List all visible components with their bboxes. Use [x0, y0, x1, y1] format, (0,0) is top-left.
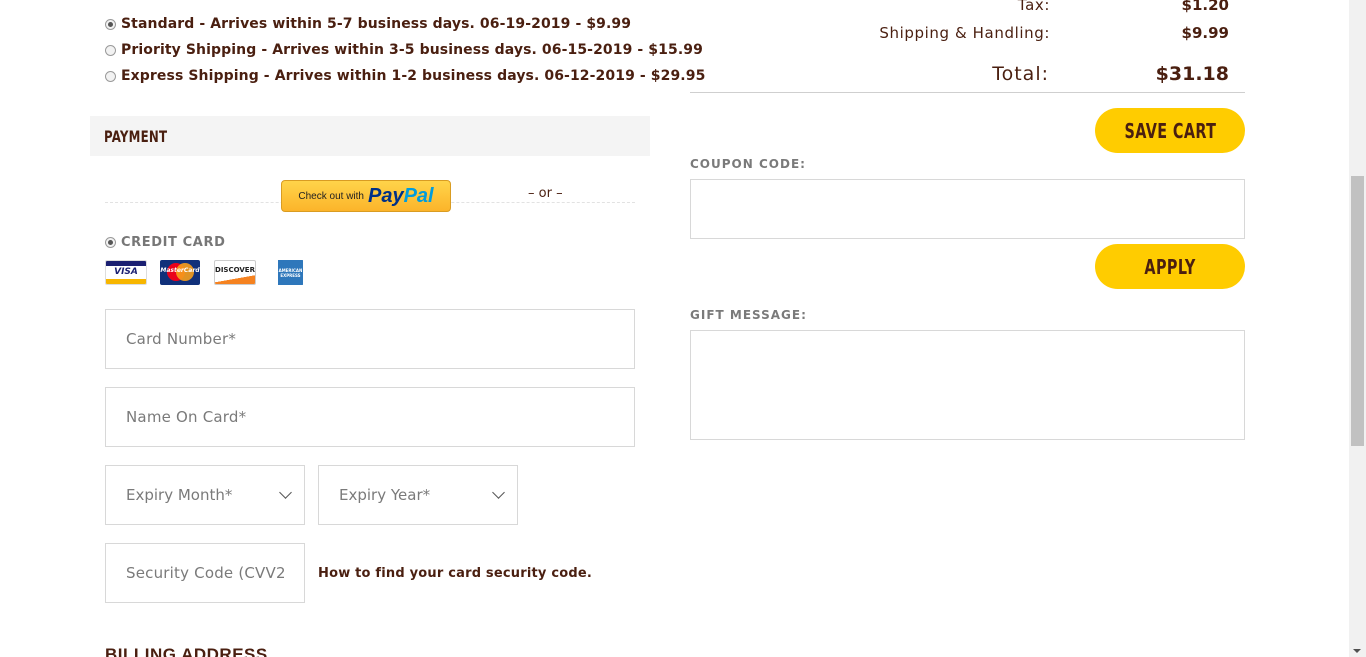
- security-code-field[interactable]: [105, 543, 305, 603]
- tax-label: Tax:: [1017, 0, 1050, 14]
- radio-priority[interactable]: [105, 44, 116, 56]
- cvv-help-link[interactable]: How to find your card security code.: [318, 566, 592, 581]
- card-number-field[interactable]: [105, 309, 635, 369]
- save-cart-button[interactable]: SAVE CART: [1095, 108, 1245, 153]
- discover-icon: DISCOVER: [214, 260, 256, 285]
- gift-message-textarea[interactable]: [691, 331, 1244, 439]
- paypal-checkout-button[interactable]: Check out with PayPal: [281, 180, 451, 212]
- radio-express[interactable]: [105, 70, 116, 82]
- shipping-handling-label: Shipping & Handling:: [879, 24, 1050, 42]
- credit-card-label: CREDIT CARD: [121, 235, 226, 250]
- gift-message-label: GIFT MESSAGE:: [690, 308, 807, 322]
- shipping-option-label: Standard - Arrives within 5-7 business d…: [121, 16, 632, 32]
- gift-message-field[interactable]: [690, 330, 1245, 440]
- payment-heading: PAYMENT: [104, 127, 168, 146]
- credit-card-option[interactable]: CREDIT CARD: [105, 235, 225, 250]
- expiry-year-value: Expiry Year*: [339, 486, 431, 504]
- payment-section-header: PAYMENT: [90, 116, 650, 156]
- coupon-code-label: COUPON CODE:: [690, 157, 806, 171]
- paypal-small-text: Check out with: [298, 190, 364, 202]
- shipping-option-priority[interactable]: Priority Shipping - Arrives within 3-5 b…: [105, 42, 703, 58]
- shipping-option-label: Express Shipping - Arrives within 1-2 bu…: [121, 68, 706, 84]
- total-label: Total:: [992, 63, 1049, 85]
- visa-icon: VISA: [105, 260, 147, 285]
- radio-standard[interactable]: [105, 18, 116, 30]
- shipping-option-express[interactable]: Express Shipping - Arrives within 1-2 bu…: [105, 68, 705, 84]
- total-value: $31.18: [1155, 63, 1229, 85]
- scrollbar-thumb[interactable]: [1351, 176, 1364, 446]
- or-separator: – or –: [526, 186, 565, 201]
- coupon-code-field[interactable]: [690, 179, 1245, 239]
- coupon-code-input[interactable]: [691, 180, 1244, 238]
- tax-value: $1.20: [1181, 0, 1229, 14]
- scroll-down-arrow-icon[interactable]: [1353, 649, 1361, 653]
- chevron-down-icon: [279, 486, 292, 499]
- page-scrollbar[interactable]: [1349, 0, 1366, 657]
- summary-divider: [690, 92, 1245, 93]
- expiry-year-select[interactable]: Expiry Year*: [318, 465, 518, 525]
- mastercard-icon: MasterCard: [160, 260, 200, 285]
- radio-credit-card[interactable]: [105, 237, 116, 248]
- name-on-card-field[interactable]: [105, 387, 635, 447]
- shipping-handling-value: $9.99: [1181, 24, 1229, 42]
- shipping-option-standard[interactable]: Standard - Arrives within 5-7 business d…: [105, 16, 631, 32]
- chevron-down-icon: [492, 486, 505, 499]
- billing-address-heading: BILLING ADDRESS: [105, 645, 268, 657]
- expiry-month-select[interactable]: Expiry Month*: [105, 465, 305, 525]
- security-code-input[interactable]: [106, 544, 304, 602]
- paypal-logo: PayPal: [367, 184, 434, 207]
- card-number-input[interactable]: [106, 310, 634, 368]
- shipping-option-label: Priority Shipping - Arrives within 3-5 b…: [121, 42, 703, 58]
- apply-coupon-button[interactable]: APPLY: [1095, 244, 1245, 289]
- name-on-card-input[interactable]: [106, 388, 634, 446]
- expiry-month-value: Expiry Month*: [126, 486, 233, 504]
- amex-icon: AMERICAN EXPRESS: [276, 260, 304, 285]
